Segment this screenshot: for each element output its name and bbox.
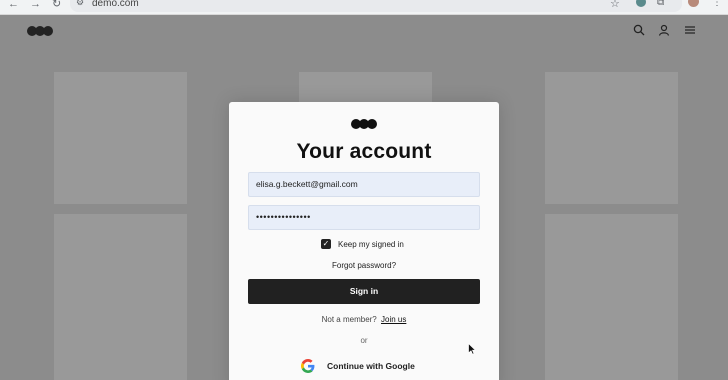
mouse-cursor-icon bbox=[468, 343, 476, 355]
browser-toolbar: ← → ↻ ⚙ demo.com ☆ ⧉ ⋮ bbox=[0, 0, 728, 15]
google-label: Continue with Google bbox=[327, 361, 415, 371]
user-icon[interactable] bbox=[657, 24, 671, 38]
address-bar[interactable] bbox=[70, 0, 682, 12]
login-title: Your account bbox=[296, 140, 432, 163]
or-divider: or bbox=[360, 336, 368, 345]
address-url[interactable]: demo.com bbox=[92, 0, 139, 9]
keep-signed-in[interactable]: ✓ Keep my signed in bbox=[321, 239, 404, 249]
site-logo[interactable] bbox=[27, 26, 53, 36]
keep-signed-in-label: Keep my signed in bbox=[338, 239, 404, 249]
bookmark-star-icon[interactable]: ☆ bbox=[610, 0, 620, 10]
product-card[interactable] bbox=[299, 72, 432, 102]
not-member-text: Not a member? bbox=[321, 315, 377, 324]
site-header bbox=[0, 15, 728, 49]
brand-logo bbox=[351, 119, 377, 129]
extensions-puzzle-icon[interactable]: ⧉ bbox=[657, 0, 664, 8]
profile-avatar[interactable] bbox=[688, 0, 699, 7]
google-icon bbox=[301, 359, 315, 373]
search-icon[interactable] bbox=[632, 24, 646, 38]
product-card[interactable] bbox=[545, 72, 678, 204]
product-card[interactable] bbox=[54, 72, 187, 204]
forward-icon[interactable]: → bbox=[30, 0, 41, 10]
reload-icon[interactable]: ↻ bbox=[52, 0, 61, 10]
hamburger-menu-icon[interactable] bbox=[683, 24, 697, 38]
product-card[interactable] bbox=[54, 214, 187, 380]
password-field[interactable]: ••••••••••••••• bbox=[248, 205, 480, 230]
continue-with-google-button[interactable]: Continue with Google bbox=[301, 359, 415, 373]
product-card[interactable] bbox=[545, 214, 678, 380]
sign-in-button[interactable]: Sign in bbox=[248, 279, 480, 304]
menu-more-icon[interactable]: ⋮ bbox=[712, 0, 722, 8]
back-icon[interactable]: ← bbox=[8, 0, 19, 10]
site-info-icon[interactable]: ⚙ bbox=[76, 0, 84, 8]
join-us-link[interactable]: Join us bbox=[381, 315, 406, 324]
join-prompt: Not a member? Join us bbox=[229, 315, 499, 324]
forgot-password-link[interactable]: Forgot password? bbox=[229, 261, 499, 270]
login-modal: Your account elisa.g.beckett@gmail.com •… bbox=[229, 102, 499, 380]
keep-signed-in-checkbox[interactable]: ✓ bbox=[321, 239, 331, 249]
email-field[interactable]: elisa.g.beckett@gmail.com bbox=[248, 172, 480, 197]
